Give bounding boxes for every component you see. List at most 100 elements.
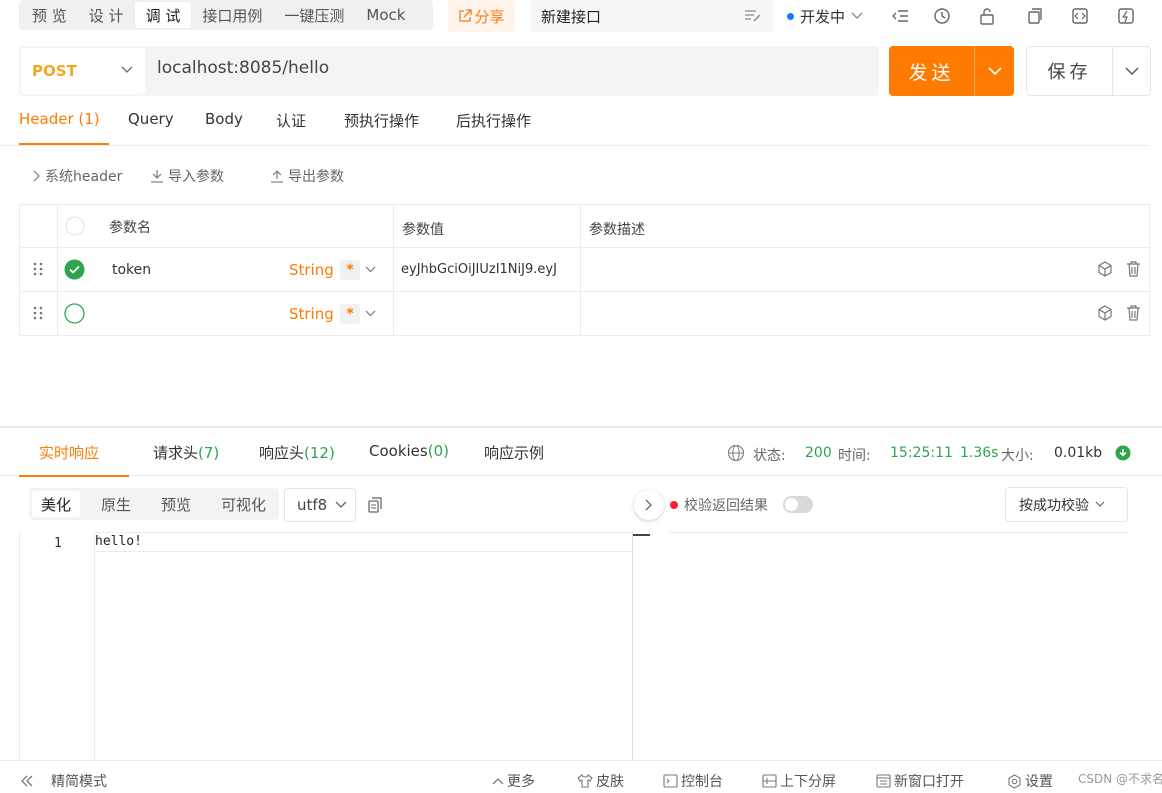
- globe-icon[interactable]: [727, 444, 745, 462]
- export-params-button[interactable]: 导出参数: [270, 166, 344, 186]
- column-divider: [393, 205, 394, 335]
- tab-raw[interactable]: 原生: [92, 491, 140, 517]
- tab-design[interactable]: 设 计: [78, 2, 135, 28]
- format-tabs: 美化 原生 预览 可视化: [29, 488, 279, 520]
- required-toggle[interactable]: *: [340, 304, 360, 324]
- size-label: 大小:: [1001, 448, 1034, 464]
- import-params-button[interactable]: 导入参数: [150, 166, 224, 186]
- window-icon: [876, 774, 891, 788]
- settings-label: 设置: [1025, 774, 1053, 790]
- chevron-down-icon[interactable]: [365, 310, 376, 317]
- tab-label: Cookies: [369, 442, 428, 460]
- chevron-down-icon[interactable]: [365, 266, 376, 273]
- cube-icon[interactable]: [1097, 261, 1113, 277]
- share-label: 分享: [474, 7, 505, 26]
- history-icon[interactable]: [932, 6, 952, 26]
- lock-icon[interactable]: [977, 6, 997, 26]
- encoding-select[interactable]: utf8: [284, 488, 356, 522]
- header-params-table: 参数名 参数值 参数描述 token String * eyJhbGciOiJI…: [19, 204, 1150, 336]
- drag-handle-icon[interactable]: [33, 262, 43, 276]
- env-status-dot: [787, 12, 794, 20]
- save-button[interactable]: 保存: [1026, 46, 1151, 96]
- copy-icon[interactable]: [367, 496, 383, 513]
- scrollbar-thumb[interactable]: [633, 534, 650, 536]
- download-response-icon[interactable]: [1115, 445, 1131, 461]
- api-name-tab[interactable]: 新建接口: [531, 0, 773, 32]
- drag-handle-icon[interactable]: [33, 306, 43, 320]
- save-label: 保存: [1047, 62, 1092, 83]
- share-icon: [458, 9, 473, 23]
- tab-body[interactable]: Body: [205, 110, 243, 128]
- code-icon[interactable]: [1070, 6, 1090, 26]
- copy-icon[interactable]: [1024, 6, 1044, 26]
- send-button[interactable]: 发送: [889, 46, 1014, 96]
- tab-request-headers[interactable]: 请求头(7): [153, 442, 219, 463]
- tab-label: 请求头: [153, 444, 199, 462]
- url-input[interactable]: [157, 58, 857, 78]
- environment-select[interactable]: 开发中: [775, 0, 885, 32]
- param-name-cell[interactable]: token: [112, 262, 151, 278]
- new-window-button[interactable]: 新窗口打开: [876, 771, 964, 791]
- system-header-toggle[interactable]: 系统header: [33, 166, 122, 186]
- export-label: 导出参数: [288, 169, 344, 185]
- tab-response-headers[interactable]: 响应头(12): [259, 442, 335, 463]
- send-dropdown-button[interactable]: [975, 46, 1014, 96]
- tab-pre-script[interactable]: 预执行操作: [344, 110, 419, 131]
- editor-scrollbar[interactable]: [632, 532, 650, 760]
- edit-icon[interactable]: [744, 8, 762, 24]
- tab-header-label: Header: [19, 110, 74, 128]
- tab-realtime-response[interactable]: 实时响应: [39, 442, 99, 463]
- tab-header[interactable]: Header (1): [19, 110, 100, 128]
- more-button[interactable]: 更多: [492, 771, 535, 791]
- verify-label-text: 校验返回结果: [684, 498, 768, 514]
- collapse-panel-button[interactable]: [634, 490, 664, 520]
- response-editor[interactable]: 1 hello!: [19, 532, 650, 760]
- param-type-select[interactable]: String: [289, 305, 334, 323]
- outline-icon[interactable]: [891, 6, 911, 26]
- skin-button[interactable]: 皮肤: [577, 771, 624, 791]
- tab-query[interactable]: Query: [128, 110, 174, 128]
- delete-icon[interactable]: [1126, 305, 1141, 321]
- param-type-select[interactable]: String: [289, 261, 334, 279]
- double-chevron-left-icon: [20, 775, 34, 787]
- tab-visualize[interactable]: 可视化: [212, 491, 275, 517]
- settings-button[interactable]: 设置: [1007, 771, 1053, 791]
- tab-stress-test[interactable]: 一键压测: [273, 2, 355, 28]
- tab-api-cases[interactable]: 接口用例: [191, 2, 273, 28]
- param-value-cell[interactable]: eyJhbGciOiJIUzI1NiJ9.eyJ: [401, 262, 557, 277]
- tab-auth[interactable]: 认证: [276, 110, 306, 131]
- row-enabled-checkbox[interactable]: [64, 259, 85, 280]
- console-button[interactable]: 控制台: [663, 771, 723, 791]
- verify-result-toggle[interactable]: [783, 496, 813, 513]
- column-header-name: 参数名: [109, 220, 151, 236]
- tab-preview[interactable]: 预 览: [21, 2, 78, 28]
- tab-cookies[interactable]: Cookies(0): [369, 442, 449, 460]
- verify-mode-label: 按成功校验: [1019, 497, 1089, 514]
- flash-icon[interactable]: [1116, 6, 1136, 26]
- response-time: 15:25:11: [890, 445, 953, 461]
- tab-debug[interactable]: 调 试: [134, 2, 192, 28]
- save-dropdown-button[interactable]: [1113, 47, 1151, 95]
- verify-divider: [668, 532, 1128, 533]
- tab-response-example[interactable]: 响应示例: [484, 442, 544, 463]
- time-label: 时间:: [838, 448, 871, 464]
- split-icon: [762, 774, 777, 788]
- verify-mode-select[interactable]: 按成功校验: [1005, 487, 1128, 522]
- tab-preview[interactable]: 预览: [152, 491, 200, 517]
- method-select[interactable]: POST: [21, 48, 145, 94]
- tab-pretty[interactable]: 美化: [32, 491, 81, 517]
- status-label: 状态:: [753, 448, 786, 464]
- delete-icon[interactable]: [1126, 261, 1141, 277]
- required-toggle[interactable]: *: [340, 260, 360, 280]
- simple-mode-button[interactable]: 精简模式: [20, 771, 107, 791]
- split-label: 上下分屏: [780, 774, 836, 790]
- share-button[interactable]: 分享: [448, 0, 515, 32]
- cube-icon[interactable]: [1097, 305, 1113, 321]
- tab-count: (0): [427, 442, 449, 460]
- row-enabled-checkbox[interactable]: [64, 303, 85, 324]
- select-all-checkbox[interactable]: [65, 216, 85, 236]
- tab-post-script[interactable]: 后执行操作: [456, 110, 531, 131]
- gear-icon: [1007, 773, 1022, 789]
- tab-mock[interactable]: Mock: [355, 2, 416, 28]
- split-screen-button[interactable]: 上下分屏: [762, 771, 836, 791]
